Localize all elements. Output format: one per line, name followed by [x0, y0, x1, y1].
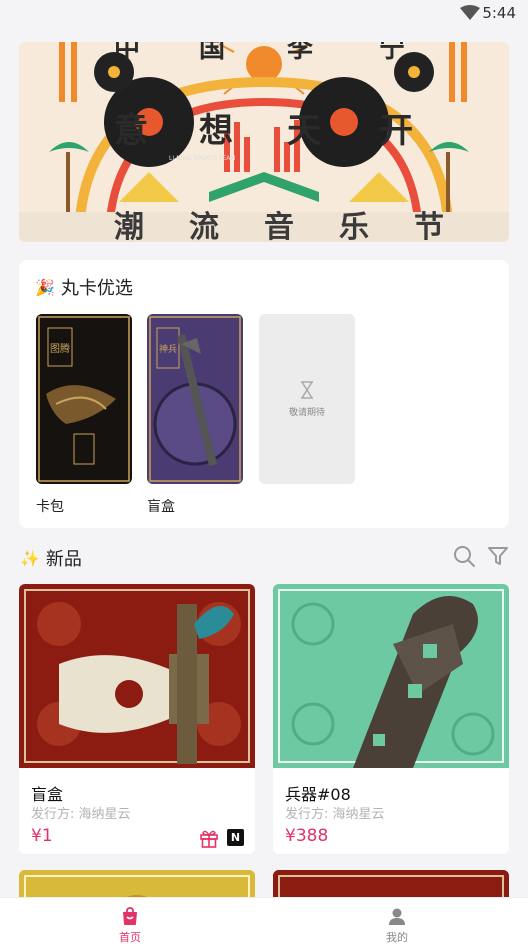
wifi-icon — [460, 5, 480, 20]
product-price: ¥1 — [31, 826, 53, 846]
coming-soon-placeholder: 敬请期待 — [259, 314, 355, 484]
svg-text:国: 国 — [199, 42, 225, 64]
product-image — [19, 584, 255, 768]
tab-home[interactable]: 首页 — [90, 898, 170, 944]
svg-text:开: 开 — [379, 111, 413, 151]
svg-text:中: 中 — [114, 42, 140, 64]
svg-text:神兵: 神兵 — [159, 343, 177, 355]
svg-text:流: 流 — [189, 210, 219, 242]
svg-text:图腾: 图腾 — [50, 342, 70, 355]
svg-text:李: 李 — [286, 42, 314, 64]
new-section-title: ✨ 新品 — [20, 548, 82, 571]
search-icon[interactable] — [452, 544, 476, 568]
status-time: 5:44 — [482, 4, 516, 22]
tab-profile[interactable]: 我的 — [357, 898, 437, 944]
product-price: ¥388 — [285, 826, 329, 846]
product-publisher: 发行方: 海纳星云 — [285, 807, 385, 822]
card-pack-item[interactable]: 图腾 — [36, 314, 132, 484]
card-pack-art: 图腾 — [36, 314, 132, 484]
gift-icon — [200, 830, 218, 848]
sparkles-icon: ✨ — [20, 548, 40, 568]
svg-text:潮: 潮 — [114, 210, 144, 242]
featured-section: 🎉 丸卡优选 图腾 卡包 神兵 盲盒 敬请期待 — [19, 260, 509, 528]
status-bar: 5:44 — [0, 0, 528, 28]
hourglass-icon — [301, 380, 313, 399]
blind-box-art: 神兵 — [147, 314, 243, 484]
user-icon — [389, 908, 405, 925]
blind-box-label: 盲盒 — [147, 499, 175, 515]
svg-text:节: 节 — [414, 210, 444, 242]
featured-title: 🎉 丸卡优选 — [35, 277, 133, 300]
product-name: 盲盒 — [31, 785, 64, 804]
filter-icon[interactable] — [486, 544, 510, 568]
product-card[interactable]: 兵器#08 发行方: 海纳星云 ¥388 — [273, 584, 509, 854]
promo-banner[interactable]: 中 国 李 宁 意 想 天 开 潮 流 音 乐 节 LI-NING SPORTS… — [19, 42, 509, 242]
svg-text:LI-NING SPORTS TEAM: LI-NING SPORTS TEAM — [169, 155, 236, 162]
bottom-tab-bar: 首页 我的 — [0, 897, 528, 944]
n-badge-icon: N — [227, 829, 244, 846]
party-popper-icon: 🎉 — [35, 277, 55, 297]
svg-text:宁: 宁 — [379, 42, 405, 64]
svg-text:音: 音 — [264, 210, 294, 242]
product-card[interactable]: 盲盒 发行方: 海纳星云 ¥1 N — [19, 584, 255, 854]
svg-text:天: 天 — [287, 111, 321, 151]
blind-box-item[interactable]: 神兵 — [147, 314, 243, 484]
product-publisher: 发行方: 海纳星云 — [31, 807, 131, 822]
product-image — [273, 584, 509, 768]
svg-text:意: 意 — [114, 111, 148, 151]
card-pack-label: 卡包 — [36, 499, 64, 515]
shopping-bag-icon — [123, 907, 137, 925]
svg-text:想: 想 — [199, 111, 233, 151]
svg-text:乐: 乐 — [339, 210, 369, 242]
banner-illustration: 中 国 李 宁 意 想 天 开 潮 流 音 乐 节 LI-NING SPORTS… — [19, 42, 509, 242]
product-name: 兵器#08 — [285, 785, 351, 804]
